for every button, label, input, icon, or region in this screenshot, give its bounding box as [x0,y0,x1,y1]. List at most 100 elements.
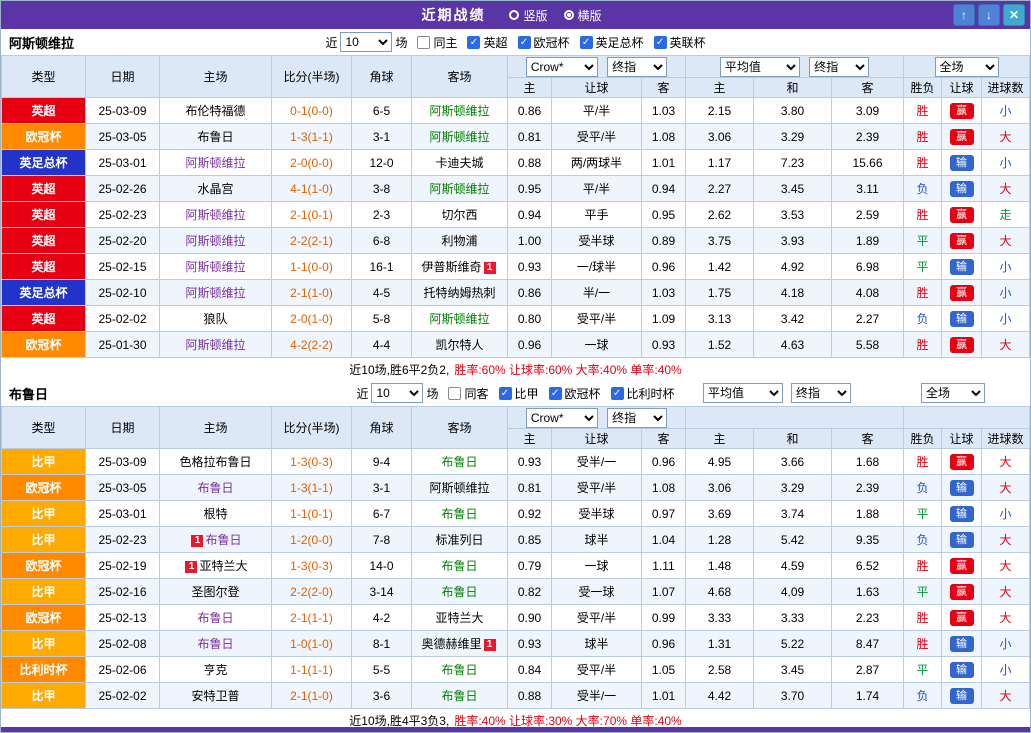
handicap-result: 赢 [942,605,982,631]
league-badge: 欧冠杯 [2,605,86,631]
team-label: 凯尔特人 [435,338,483,352]
titlebar: 近期战绩 竖版 横版 ↑ ↓ ✕ [1,1,1030,29]
avg-draw-odds: 3.80 [754,98,832,124]
handicap-away-odds: 1.05 [642,657,686,683]
team-label: 阿斯顿维拉 [185,156,245,170]
match-row: 欧冠杯25-03-05布鲁日1-3(1-1)3-1阿斯顿维拉0.81受平/半1.… [2,124,1030,150]
handicap-line: 平手 [552,202,642,228]
home-team: 阿斯顿维拉 [160,150,272,176]
team-label: 狼队 [203,312,227,326]
scroll-up-button[interactable]: ↑ [953,4,975,26]
handicap-away-odds: 1.03 [642,98,686,124]
col-header-h-home: 主 [508,429,552,449]
average-select[interactable]: 平均值 [703,383,783,403]
col-header-result: 胜负 [904,429,942,449]
checkbox-icon [654,36,667,49]
checkbox-label: 比甲 [515,385,539,402]
score: 1-3(0-3) [272,553,352,579]
league-badge: 欧冠杯 [2,475,86,501]
away-team: 布鲁日 [412,579,508,605]
handicap-away-odds: 0.93 [642,332,686,358]
same-venue-checkbox[interactable]: 同客 [448,385,488,402]
league-filter-checkbox[interactable]: 欧冠杯 [518,34,570,51]
avg-away-odds: 1.63 [832,579,904,605]
scope-select[interactable]: 全场 [921,383,985,403]
same-venue-checkbox[interactable]: 同主 [417,34,457,51]
col-header-h-away: 客 [642,429,686,449]
match-date: 25-03-09 [86,449,160,475]
result-wdl: 负 [904,475,942,501]
match-row: 英超25-03-09布伦特福德0-1(0-0)6-5阿斯顿维拉0.86平/半1.… [2,98,1030,124]
summary-record: 近10场,胜4平3负3, [349,712,449,729]
handicap-time-select[interactable]: 终指 [607,408,667,428]
handicap-home-odds: 0.88 [508,150,552,176]
avg-home-odds: 3.06 [686,124,754,150]
league-filter-checkbox[interactable]: 欧冠杯 [549,385,601,402]
league-badge: 比甲 [2,683,86,709]
handicap-time-select[interactable]: 终指 [607,57,667,77]
corners: 6-8 [352,228,412,254]
layout-vertical-radio[interactable]: 竖版 [509,7,547,24]
avg-time-select[interactable]: 终指 [809,57,869,77]
avg-away-odds: 2.39 [832,124,904,150]
match-date: 25-03-01 [86,501,160,527]
league-filter-checkbox[interactable]: 比甲 [499,385,539,402]
score: 2-2(2-0) [272,579,352,605]
match-date: 25-02-13 [86,605,160,631]
average-select[interactable]: 平均值 [720,57,800,77]
summary-row: 近10场,胜6平2负2, 胜率:60% 让球率:60% 大率:40% 单率:40… [1,358,1030,380]
match-row: 欧冠杯25-02-13布鲁日2-1(1-1)4-2亚特兰大0.90受平/半0.9… [2,605,1030,631]
recent-count-select[interactable]: 10 [340,32,392,52]
league-filter-checkbox[interactable]: 英超 [467,34,507,51]
goals-over-under: 走 [982,202,1030,228]
team-label: 布鲁日 [197,481,233,495]
checkbox-icon [467,36,480,49]
avg-time-select[interactable]: 终指 [791,383,851,403]
scroll-down-button[interactable]: ↓ [978,4,1000,26]
checkbox-icon [417,36,430,49]
home-team: 阿斯顿维拉 [160,254,272,280]
avg-away-odds: 1.89 [832,228,904,254]
handicap-away-odds: 1.08 [642,475,686,501]
handicap-home-odds: 0.88 [508,683,552,709]
handicap-odds-controls: Crow* 终指 [508,56,686,78]
col-header-score: 比分(半场) [272,407,352,449]
league-filter-checkbox[interactable]: 英联杯 [654,34,706,51]
col-header-h-away: 客 [642,78,686,98]
checkbox-label: 同主 [433,34,457,51]
avg-draw-odds: 3.93 [754,228,832,254]
col-header-avg-draw: 和 [754,429,832,449]
scope-select[interactable]: 全场 [935,57,999,77]
team-label: 阿斯顿维拉 [429,130,489,144]
league-filter-checkbox[interactable]: 英足总杯 [580,34,644,51]
avg-home-odds: 2.58 [686,657,754,683]
match-row: 比甲25-03-01根特1-1(0-1)6-7布鲁日0.92受半球0.973.6… [2,501,1030,527]
recent-count-select[interactable]: 10 [371,383,423,403]
team-label: 阿斯顿维拉 [185,338,245,352]
avg-home-odds: 3.75 [686,228,754,254]
match-row: 英超25-02-15阿斯顿维拉1-1(0-0)16-1伊普斯维奇10.93一/球… [2,254,1030,280]
handicap-result-pill: 输 [950,155,974,171]
bookmaker-select[interactable]: Crow* [526,408,598,428]
handicap-home-odds: 0.81 [508,124,552,150]
score: 1-3(1-1) [272,124,352,150]
handicap-result-pill: 输 [950,532,974,548]
col-header-away: 客场 [412,407,508,449]
avg-away-odds: 2.87 [832,657,904,683]
layout-horizontal-radio[interactable]: 横版 [564,7,602,24]
home-team: 布鲁日 [160,631,272,657]
match-row: 比甲25-02-231布鲁日1-2(0-0)7-8标准列日0.85球半1.041… [2,527,1030,553]
match-row: 比甲25-02-16圣图尔登2-2(2-0)3-14布鲁日0.82受一球1.07… [2,579,1030,605]
away-team: 卡迪夫城 [412,150,508,176]
away-team: 布鲁日 [412,501,508,527]
handicap-away-odds: 1.01 [642,683,686,709]
checkbox-icon [611,387,624,400]
league-filter-checkbox[interactable]: 比利时杯 [611,385,675,402]
league-badge: 英足总杯 [2,280,86,306]
close-button[interactable]: ✕ [1003,4,1025,26]
result-wdl: 胜 [904,332,942,358]
handicap-result: 输 [942,527,982,553]
match-date: 25-02-15 [86,254,160,280]
bookmaker-select[interactable]: Crow* [526,57,598,77]
col-header-goals: 进球数 [982,429,1030,449]
